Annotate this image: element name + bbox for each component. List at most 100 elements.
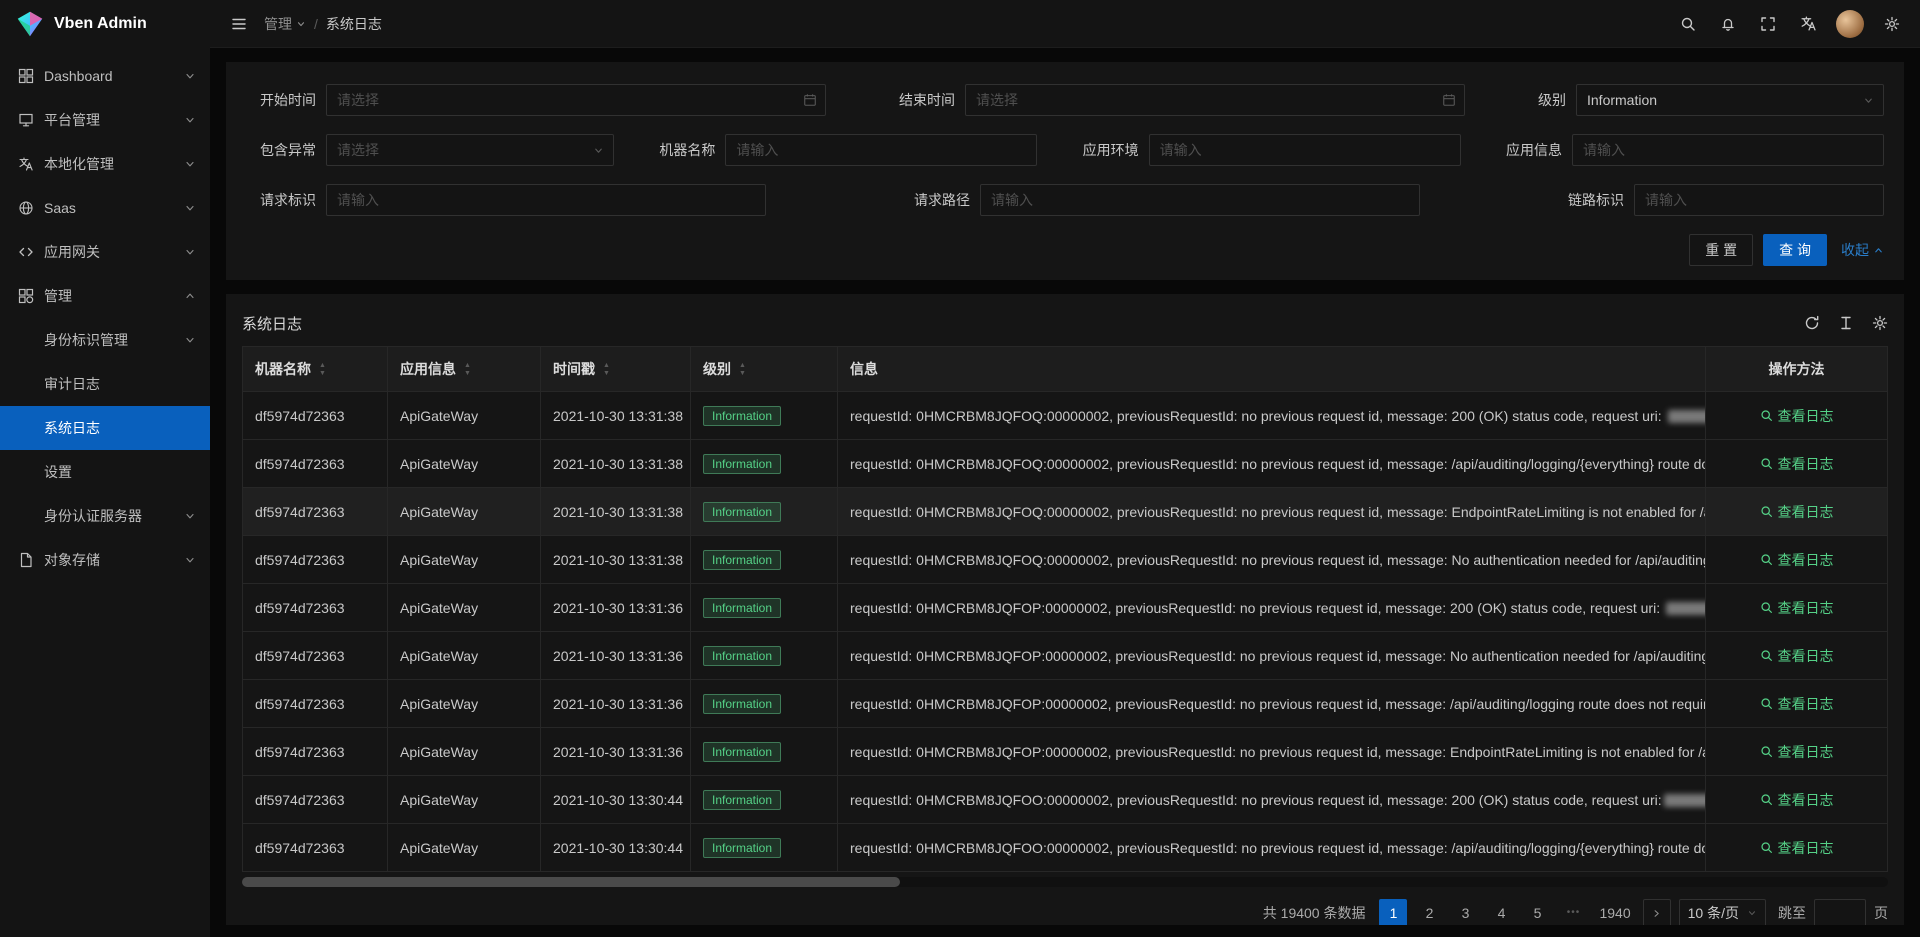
fullscreen-icon[interactable] [1748, 0, 1788, 48]
request-id-input[interactable] [326, 184, 766, 216]
table-row: df5974d72363 ApiGateWay 2021-10-30 13:31… [243, 440, 1888, 488]
field-label: 级别 [1538, 90, 1576, 110]
jump-to-input[interactable] [1814, 899, 1866, 925]
collapse-link[interactable]: 收起 [1841, 240, 1884, 260]
page-button-1[interactable]: 1 [1379, 899, 1407, 925]
sidebar-item[interactable]: 身份认证服务器 [0, 494, 210, 538]
machine-name-input[interactable] [725, 134, 1037, 166]
view-log-link[interactable]: 查看日志 [1760, 694, 1834, 714]
cell-machine-name: df5974d72363 [243, 440, 388, 488]
sidebar-item[interactable]: 管理 [0, 274, 210, 318]
app-env-input[interactable] [1149, 134, 1461, 166]
cell-level: Information [691, 536, 838, 584]
request-path-input[interactable] [980, 184, 1420, 216]
dashboard-icon [18, 68, 34, 84]
sidebar-item[interactable]: Dashboard [0, 54, 210, 98]
level-select[interactable]: Information [1576, 84, 1884, 116]
sidebar-item[interactable]: 审计日志 [0, 362, 210, 406]
cell-message: requestId: 0HMCRBM8JQFOQ:00000002, previ… [838, 488, 1706, 536]
magnifier-icon [1760, 649, 1773, 662]
total-count-text: 共 19400 条数据 [1263, 903, 1366, 923]
sort-icons[interactable]: ▲▼ [464, 362, 471, 378]
app-logo[interactable]: Vben Admin [0, 0, 210, 48]
field-level: 级别 Information [1538, 84, 1884, 116]
sidebar-item[interactable]: 对象存储 [0, 538, 210, 582]
next-page-button[interactable] [1643, 899, 1671, 925]
cell-level: Information [691, 488, 838, 536]
reset-button[interactable]: 重 置 [1689, 234, 1753, 266]
chevron-down-icon [184, 114, 196, 126]
chevron-down-icon [184, 246, 196, 258]
page-content: 开始时间 结束时间 级别 [210, 48, 1920, 937]
page-button-4[interactable]: 4 [1487, 899, 1515, 925]
sidebar-item[interactable]: 身份标识管理 [0, 318, 210, 362]
settings-gear-icon[interactable] [1872, 0, 1912, 48]
user-avatar[interactable] [1836, 10, 1864, 38]
column-header[interactable]: 级别▲▼ [691, 347, 838, 392]
level-badge: Information [703, 790, 781, 810]
app-info-input[interactable] [1572, 134, 1884, 166]
view-log-link[interactable]: 查看日志 [1760, 742, 1834, 762]
column-header[interactable]: 时间戳▲▼ [541, 347, 691, 392]
page-button-3[interactable]: 3 [1451, 899, 1479, 925]
page-button-1940[interactable]: 1940 [1595, 899, 1634, 925]
menu-fold-icon[interactable] [222, 0, 256, 48]
page-button-2[interactable]: 2 [1415, 899, 1443, 925]
page-size-select[interactable]: 10 条/页 [1679, 899, 1766, 925]
column-header[interactable]: 机器名称▲▼ [243, 347, 388, 392]
view-log-link[interactable]: 查看日志 [1760, 790, 1834, 810]
menu-label: Saas [44, 200, 174, 216]
refresh-icon[interactable] [1804, 315, 1820, 331]
query-button[interactable]: 查 询 [1763, 234, 1827, 266]
sort-icons[interactable]: ▲▼ [603, 362, 610, 378]
column-settings-gear-icon[interactable] [1872, 315, 1888, 331]
translate-icon[interactable] [1788, 0, 1828, 48]
row-height-icon[interactable] [1838, 315, 1854, 331]
view-log-link[interactable]: 查看日志 [1760, 406, 1834, 426]
end-time-input[interactable] [965, 84, 1465, 116]
sidebar-item[interactable]: 应用网关 [0, 230, 210, 274]
level-badge: Information [703, 502, 781, 522]
table-row: df5974d72363 ApiGateWay 2021-10-30 13:31… [243, 584, 1888, 632]
include-exception-select[interactable]: 请选择 [326, 134, 614, 166]
horizontal-scrollbar-track [242, 877, 1888, 887]
sidebar-item[interactable]: 平台管理 [0, 98, 210, 142]
field-end-time: 结束时间 [899, 84, 1465, 116]
level-badge: Information [703, 550, 781, 570]
log-table-panel: 系统日志 机器名称▲▼应用信息▲▼时间戳▲▼级别▲▼信息操作方法 [226, 294, 1904, 925]
sort-icons[interactable]: ▲▼ [739, 362, 746, 378]
log-message: requestId: 0HMCRBM8JQFOP:00000002, previ… [850, 648, 1706, 664]
sidebar-item[interactable]: 设置 [0, 450, 210, 494]
horizontal-scrollbar-thumb[interactable] [242, 877, 900, 887]
field-app-info: 应用信息 [1506, 134, 1884, 166]
table-row: df5974d72363 ApiGateWay 2021-10-30 13:30… [243, 776, 1888, 824]
cell-machine-name: df5974d72363 [243, 392, 388, 440]
start-time-input[interactable] [326, 84, 826, 116]
column-header[interactable]: 应用信息▲▼ [388, 347, 541, 392]
sidebar-item[interactable]: 本地化管理 [0, 142, 210, 186]
sidebar-item[interactable]: Saas [0, 186, 210, 230]
view-log-link[interactable]: 查看日志 [1760, 550, 1834, 570]
trace-id-input[interactable] [1634, 184, 1884, 216]
breadcrumb-parent[interactable]: 管理 [264, 14, 306, 34]
level-badge: Information [703, 598, 781, 618]
view-log-link[interactable]: 查看日志 [1760, 598, 1834, 618]
select-placeholder: 请选择 [337, 140, 379, 160]
cell-timestamp: 2021-10-30 13:31:38 [541, 536, 691, 584]
cell-app-info: ApiGateWay [388, 728, 541, 776]
sort-icons[interactable]: ▲▼ [319, 362, 326, 378]
view-log-link[interactable]: 查看日志 [1760, 646, 1834, 666]
search-icon[interactable] [1668, 0, 1708, 48]
view-log-link[interactable]: 查看日志 [1760, 454, 1834, 474]
column-header: 信息 [838, 347, 1706, 392]
redacted-text [1668, 410, 1706, 423]
cell-message: requestId: 0HMCRBM8JQFOP:00000002, previ… [838, 632, 1706, 680]
sidebar-item[interactable]: 系统日志 [0, 406, 210, 450]
view-log-link[interactable]: 查看日志 [1760, 838, 1834, 858]
notification-bell-icon[interactable] [1708, 0, 1748, 48]
level-badge: Information [703, 406, 781, 426]
page-button-5[interactable]: 5 [1523, 899, 1551, 925]
view-log-label: 查看日志 [1778, 598, 1834, 618]
view-log-link[interactable]: 查看日志 [1760, 502, 1834, 522]
chevron-down-icon [184, 554, 196, 566]
